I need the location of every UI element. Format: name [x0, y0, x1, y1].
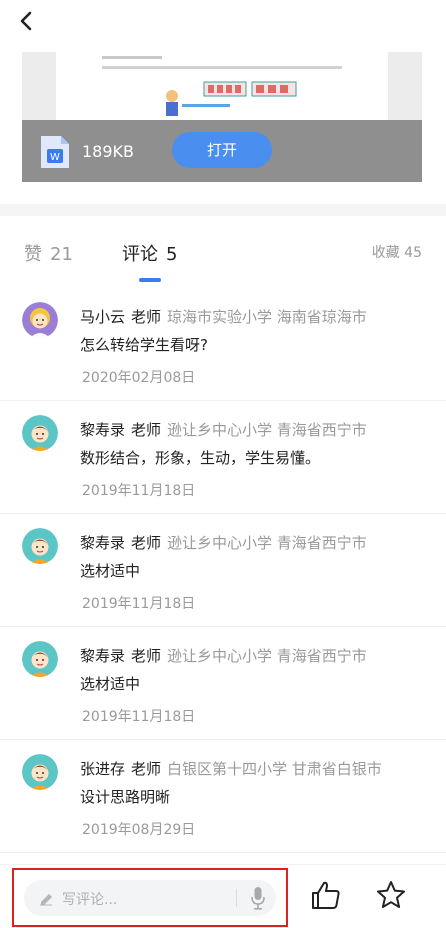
- comment-date: 2020年02月08日: [82, 370, 196, 386]
- tab-comments-label: 评论: [122, 244, 158, 265]
- avatar[interactable]: [22, 302, 58, 338]
- commenter-name[interactable]: 马小云: [80, 308, 125, 326]
- commenter-name[interactable]: 黎寿录: [80, 534, 125, 552]
- commenter-school: 白银区第十四小学 甘肃省白银市: [167, 760, 382, 778]
- commenter-role: 老师: [131, 534, 162, 552]
- tab-comments[interactable]: 评论 5: [122, 240, 177, 266]
- pencil-icon: [40, 894, 52, 906]
- tab-likes-count: 21: [50, 244, 73, 265]
- comment-item: 张进存 老师 白银区第十四小学 甘肃省白银市 设计思路明晰 2019年08月29日: [0, 740, 446, 853]
- comment-text: 怎么转给学生看呀?: [80, 336, 208, 354]
- comment-placeholder: 写评论...: [62, 892, 118, 908]
- favorites-count[interactable]: 收藏 45: [372, 242, 422, 262]
- microphone-icon[interactable]: [250, 886, 266, 910]
- tab-bar: 赞 21 评论 5 收藏 45: [0, 216, 446, 286]
- avatar[interactable]: [22, 528, 58, 564]
- comment-text: 数形结合，形象，生动，学生易懂。: [80, 449, 321, 467]
- comment-header: 张进存 老师 白银区第十四小学 甘肃省白银市: [80, 758, 382, 779]
- comment-date: 2019年08月29日: [82, 822, 196, 838]
- comment-date: 2019年11月18日: [82, 709, 196, 725]
- tab-comments-count: 5: [166, 244, 178, 265]
- page: W 189KB 打开 赞 21 评论 5 收藏 45 马小云 老师 琼海市实验小…: [0, 0, 446, 928]
- comment-item: 黎寿录 老师 逊让乡中心小学 青海省西宁市 选材适中 2019年11月18日: [0, 627, 446, 740]
- comment-date: 2019年11月18日: [82, 596, 196, 612]
- comment-text: 选材适中: [80, 675, 141, 693]
- comment-list: 马小云 老师 琼海市实验小学 海南省琼海市 怎么转给学生看呀? 2020年02月08…: [0, 288, 446, 853]
- commenter-school: 逊让乡中心小学 青海省西宁市: [167, 647, 367, 665]
- open-button[interactable]: 打开: [172, 132, 272, 168]
- comment-item: 马小云 老师 琼海市实验小学 海南省琼海市 怎么转给学生看呀? 2020年02月08…: [0, 288, 446, 401]
- comment-text: 设计思路明晰: [80, 788, 171, 806]
- tab-likes-label: 赞: [24, 244, 42, 265]
- back-arrow-icon[interactable]: [14, 8, 40, 34]
- commenter-school: 逊让乡中心小学 青海省西宁市: [167, 534, 367, 552]
- commenter-role: 老师: [131, 647, 162, 665]
- section-divider: [0, 204, 446, 216]
- comment-header: 马小云 老师 琼海市实验小学 海南省琼海市: [80, 306, 367, 327]
- comment-input[interactable]: 写评论...: [24, 880, 276, 916]
- comment-text: 选材适中: [80, 562, 141, 580]
- comment-header: 黎寿录 老师 逊让乡中心小学 青海省西宁市: [80, 419, 367, 440]
- document-preview[interactable]: W 189KB 打开: [22, 52, 422, 182]
- comment-header: 黎寿录 老师 逊让乡中心小学 青海省西宁市: [80, 645, 367, 666]
- commenter-school: 琼海市实验小学 海南省琼海市: [167, 308, 367, 326]
- commenter-name[interactable]: 黎寿录: [80, 421, 125, 439]
- word-file-icon: W: [41, 136, 69, 168]
- thumbs-up-icon[interactable]: [310, 879, 342, 911]
- active-tab-indicator: [139, 278, 161, 282]
- bottom-bar: 写评论...: [0, 864, 446, 928]
- avatar[interactable]: [22, 754, 58, 790]
- avatar[interactable]: [22, 415, 58, 451]
- commenter-name[interactable]: 黎寿录: [80, 647, 125, 665]
- commenter-role: 老师: [131, 308, 162, 326]
- commenter-role: 老师: [131, 421, 162, 439]
- comment-item: 黎寿录 老师 逊让乡中心小学 青海省西宁市 数形结合，形象，生动，学生易懂。 201…: [0, 401, 446, 514]
- file-size: 189KB: [82, 142, 135, 161]
- commenter-name[interactable]: 张进存: [80, 760, 125, 778]
- comment-header: 黎寿录 老师 逊让乡中心小学 青海省西宁市: [80, 532, 367, 553]
- document-thumbnail: [56, 52, 388, 120]
- top-bar: [0, 0, 446, 52]
- comment-date: 2019年11月18日: [82, 483, 196, 499]
- document-action-bar: W 189KB 打开: [22, 120, 422, 182]
- tab-likes[interactable]: 赞 21: [24, 240, 73, 266]
- commenter-school: 逊让乡中心小学 青海省西宁市: [167, 421, 367, 439]
- input-separator: [236, 889, 237, 907]
- comment-input-highlight: 写评论...: [12, 868, 288, 927]
- svg-text:W: W: [50, 152, 60, 163]
- comment-item: 黎寿录 老师 逊让乡中心小学 青海省西宁市 选材适中 2019年11月18日: [0, 514, 446, 627]
- commenter-role: 老师: [131, 760, 162, 778]
- star-icon[interactable]: [375, 879, 407, 911]
- avatar[interactable]: [22, 641, 58, 677]
